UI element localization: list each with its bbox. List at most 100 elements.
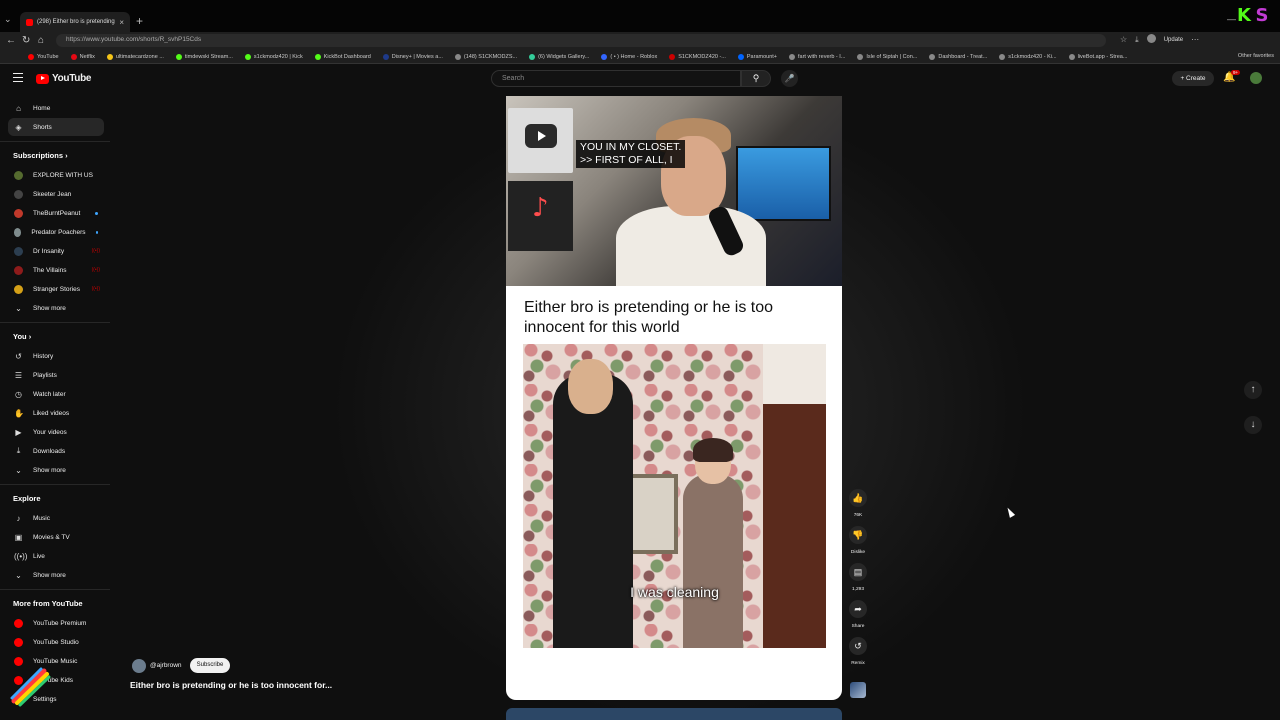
bookmark-item[interactable]: Netflix — [70, 53, 95, 60]
sidebar-item-live[interactable]: ((•)) Live — [8, 547, 104, 565]
chevron-down-icon: ⌄ — [15, 570, 22, 580]
profile-avatar[interactable] — [1146, 34, 1156, 45]
more-from-youtube-heading[interactable]: More from YouTube — [13, 599, 83, 608]
bookmark-item[interactable]: fart with reverb - I... — [789, 53, 845, 60]
menu-icon[interactable] — [13, 73, 23, 85]
microphone-icon[interactable]: 🎤 — [781, 70, 798, 87]
sidebar-item-playlists[interactable]: ☰ Playlists — [8, 366, 104, 384]
create-button[interactable]: + Create — [1172, 71, 1214, 86]
bookmark-item[interactable]: Dashboard - Treat... — [929, 53, 987, 60]
like-count: 76K — [853, 513, 863, 518]
short-title[interactable]: Either bro is pretending or he is too in… — [130, 680, 332, 690]
live-icon: ((•)) — [91, 248, 100, 254]
sidebar-item-home[interactable]: ⌂ Home — [8, 99, 104, 117]
search-input[interactable]: Search — [491, 70, 741, 87]
close-tab-icon[interactable]: × — [119, 18, 124, 27]
video-caption-bottom: I was cleaning — [630, 584, 719, 600]
bookmark-item[interactable]: S1CKMODZ420 -... — [669, 53, 726, 60]
tab-menu-icon[interactable]: ⌄ — [4, 14, 12, 25]
search-icon[interactable]: ⚲ — [741, 70, 771, 87]
youtube-app-icon — [14, 637, 23, 647]
subscription-item[interactable]: Dr Insanity ((•)) — [8, 242, 104, 260]
sidebar-item-movies-tv[interactable]: ▣ Movies & TV — [8, 528, 104, 546]
browser-tab-bar: ⌄ (298) Either bro is pretending × + — K… — [0, 0, 1280, 32]
bookmark-item[interactable]: ( • ) Home - Roblox — [601, 53, 657, 60]
sound-thumbnail[interactable] — [850, 682, 866, 698]
caption-line-2: >> FIRST OF ALL, I — [580, 154, 673, 166]
subscriptions-heading[interactable]: Subscriptions › — [13, 151, 68, 160]
bookmark-item[interactable]: (6) Widgets Gallery... — [529, 53, 589, 60]
sidebar-item-show-more[interactable]: ⌄ Show more — [8, 566, 104, 584]
chevron-right-icon: › — [63, 151, 68, 160]
browser-tab[interactable]: (298) Either bro is pretending × — [20, 12, 130, 32]
refresh-icon[interactable]: ↻ — [22, 35, 30, 46]
subscription-item[interactable]: The Villains ((•)) — [8, 261, 104, 279]
you-heading[interactable]: You › — [13, 332, 31, 341]
tiktok-icon: ♪ — [532, 193, 549, 223]
other-favorites[interactable]: Other favorites — [1238, 53, 1274, 59]
explore-heading[interactable]: Explore — [13, 494, 41, 503]
bookmark-item[interactable]: ultimatecardzone ... — [106, 53, 164, 60]
sidebar-item-show-more[interactable]: ⌄ Show more — [8, 461, 104, 479]
show-more-button[interactable]: ⌄ Show more — [8, 299, 104, 317]
subscription-item[interactable]: EXPLORE WITH US — [8, 166, 104, 184]
sidebar-item-your-videos[interactable]: ▶ Your videos — [8, 423, 104, 441]
back-icon[interactable]: ← — [6, 35, 16, 46]
bookmark-item[interactable]: liveBot.app - Strea... — [1068, 53, 1127, 60]
subscription-item[interactable]: Predator Poachers — [8, 223, 104, 241]
share-icon[interactable]: ➦ — [849, 600, 867, 618]
tab-title: (298) Either bro is pretending — [37, 19, 115, 25]
bookmark-item[interactable]: s1ckmodz420 - Ki... — [999, 53, 1057, 60]
bookmark-favicon-icon — [28, 53, 34, 60]
bookmark-item[interactable]: KickBot Dashboard — [314, 53, 371, 60]
sidebar-item-youtube-premium[interactable]: YouTube Premium — [8, 614, 104, 632]
bookmark-item[interactable]: s1ckmodz420 | Kick — [244, 53, 303, 60]
update-button[interactable]: Update — [1164, 37, 1183, 43]
sidebar-item-watch-later[interactable]: ◷ Watch later — [8, 385, 104, 403]
bookmark-item[interactable]: Paramount+ — [737, 53, 777, 60]
home-nav-icon[interactable]: ⌂ — [38, 35, 44, 46]
channel-name[interactable]: @ajrbrown — [150, 662, 182, 669]
remix-icon[interactable]: ↺ — [849, 637, 867, 655]
dislike-icon[interactable]: 👎 — [849, 526, 867, 544]
favorites-icon[interactable]: ☆ — [1120, 35, 1127, 44]
shorts-player[interactable]: ♪ YOU IN MY CLOSET. >> FIRST OF ALL, I E… — [506, 96, 842, 700]
sidebar-item-history[interactable]: ↺ History — [8, 347, 104, 365]
comment-icon[interactable]: ▤ — [849, 563, 867, 581]
sidebar-divider — [0, 589, 110, 590]
account-avatar[interactable] — [1250, 72, 1262, 84]
youtube-logo[interactable]: YouTube — [36, 73, 92, 84]
bookmark-item[interactable]: (148) S1CKMODZS... — [454, 53, 517, 60]
next-short-icon[interactable]: ↓ — [1244, 416, 1262, 434]
sidebar-item-label: YouTube Studio — [33, 638, 79, 646]
subscription-item[interactable]: Stranger Stories ((•)) — [8, 280, 104, 298]
previous-short-icon[interactable]: ↑ — [1244, 381, 1262, 399]
more-icon[interactable]: ⋯ — [1191, 35, 1199, 44]
sidebar-item-label: TheBurntPeanut — [33, 209, 81, 217]
subscribe-button[interactable]: Subscribe — [190, 658, 230, 673]
next-short-preview[interactable] — [506, 708, 842, 720]
subscription-item[interactable]: Skeeter Jean — [8, 185, 104, 203]
minimize-icon[interactable]: — — [1227, 14, 1236, 24]
bookmark-item[interactable]: YouTube — [28, 53, 59, 60]
new-tab-icon[interactable]: + — [136, 14, 143, 28]
youtube-play-icon — [36, 73, 49, 84]
bookmark-item[interactable]: timdewski Stream... — [175, 53, 233, 60]
music-icon: ♪ — [16, 513, 21, 523]
downloads-icon[interactable]: ⤓ — [1135, 35, 1139, 45]
like-icon[interactable]: 👍 — [849, 489, 867, 507]
bookmark-item[interactable]: Disney+ | Movies a... — [382, 53, 443, 60]
sidebar-item-liked-videos[interactable]: ✋ Liked videos — [8, 404, 104, 422]
address-bar[interactable]: https://www.youtube.com/shorts/R_svhP15C… — [56, 34, 1106, 47]
bookmark-item[interactable]: Isle of Siptah | Con... — [857, 53, 917, 60]
channel-avatar-icon — [14, 170, 23, 180]
sidebar-item-label: History — [33, 352, 54, 360]
sidebar-item-downloads[interactable]: ⤓ Downloads — [8, 442, 104, 460]
video-caption-top: YOU IN MY CLOSET. >> FIRST OF ALL, I — [576, 140, 686, 168]
channel-avatar[interactable] — [132, 659, 146, 673]
sidebar-item-shorts[interactable]: ◈ Shorts — [8, 118, 104, 136]
subscription-item[interactable]: TheBurntPeanut — [8, 204, 104, 222]
sidebar-item-youtube-studio[interactable]: YouTube Studio — [8, 633, 104, 651]
sidebar-item-music[interactable]: ♪ Music — [8, 509, 104, 527]
explore-heading-label: Explore — [13, 494, 41, 503]
